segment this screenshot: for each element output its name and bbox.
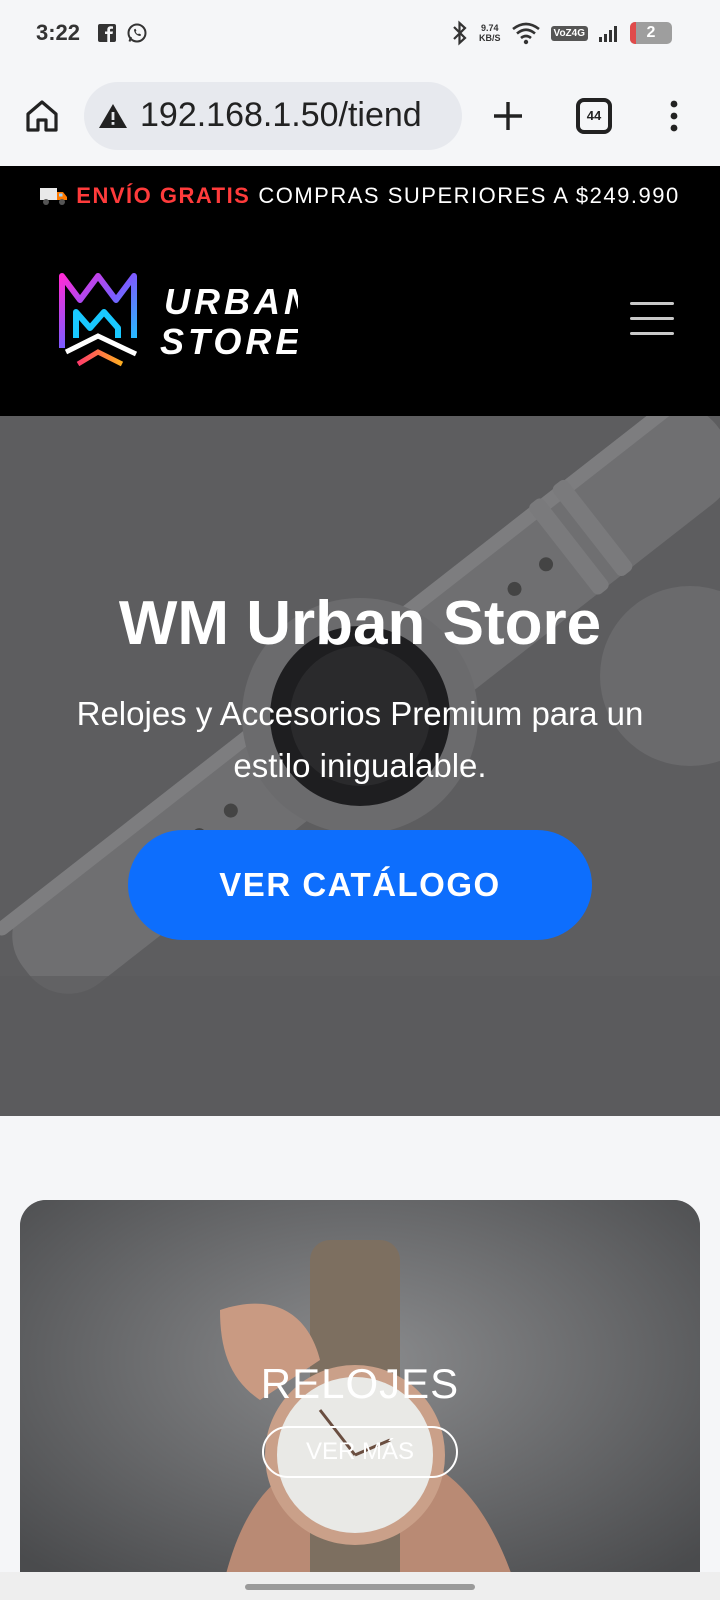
signal-icon (599, 26, 617, 42)
view-more-button[interactable]: VER MÁS (262, 1426, 458, 1478)
promo-text: COMPRAS SUPERIORES A $249.990 (258, 183, 680, 208)
gesture-handle[interactable] (245, 1584, 475, 1590)
net-speed-unit: KB/S (479, 33, 501, 43)
address-bar[interactable]: 192.168.1.50/tiend (84, 82, 462, 150)
home-icon[interactable] (22, 96, 62, 136)
truck-icon (40, 188, 68, 205)
store-logo[interactable]: URBAN STORE (58, 272, 298, 372)
promo-highlight: ENVÍO GRATIS (76, 183, 251, 208)
bluetooth-icon (453, 20, 467, 46)
status-time: 3:22 (36, 20, 81, 45)
view-catalog-button[interactable]: VER CATÁLOGO (128, 830, 592, 940)
hero-subtitle: Relojes y Accesorios Premium para un est… (76, 695, 644, 784)
battery-icon: 2 (630, 22, 672, 44)
gesture-navigation-bar (0, 1572, 720, 1600)
whatsapp-icon (127, 23, 147, 43)
url-text: 192.168.1.50/tiend (140, 96, 422, 134)
warning-icon[interactable] (98, 102, 128, 130)
site-header: URBAN STORE (0, 226, 720, 416)
promo-bar: ENVÍO GRATIS COMPRAS SUPERIORES A $249.9… (0, 166, 720, 226)
svg-text:URBAN: URBAN (164, 281, 298, 322)
volte-badge: VoZ4G (550, 25, 588, 41)
svg-text:STORE: STORE (160, 321, 298, 362)
tabs-icon[interactable]: 44 (576, 98, 612, 134)
more-vert-icon[interactable] (664, 96, 684, 136)
status-system-icons: 9.74 KB/S VoZ4G 2 (451, 20, 672, 46)
net-speed: 9.74 KB/S (479, 23, 501, 43)
hamburger-menu-icon[interactable] (630, 302, 674, 338)
hero-title: WM Urban Store (118, 589, 602, 658)
browser-toolbar: 192.168.1.50/tiend 44 (0, 68, 720, 166)
status-bar: 3:22 9.74 KB/S VoZ4G 2 (0, 0, 720, 68)
facebook-icon (98, 24, 116, 42)
net-speed-value: 9.74 (480, 23, 499, 33)
wifi-icon (511, 22, 540, 45)
category-title: RELOJES (260, 1360, 460, 1407)
hero-section: WM Urban Store Relojes y Accesorios Prem… (0, 416, 720, 1116)
battery-level: 2 (646, 24, 656, 41)
status-notification-icons (96, 22, 148, 44)
plus-icon[interactable] (486, 94, 530, 138)
category-card-watches[interactable]: RELOJES VER MÁS (20, 1200, 700, 1600)
